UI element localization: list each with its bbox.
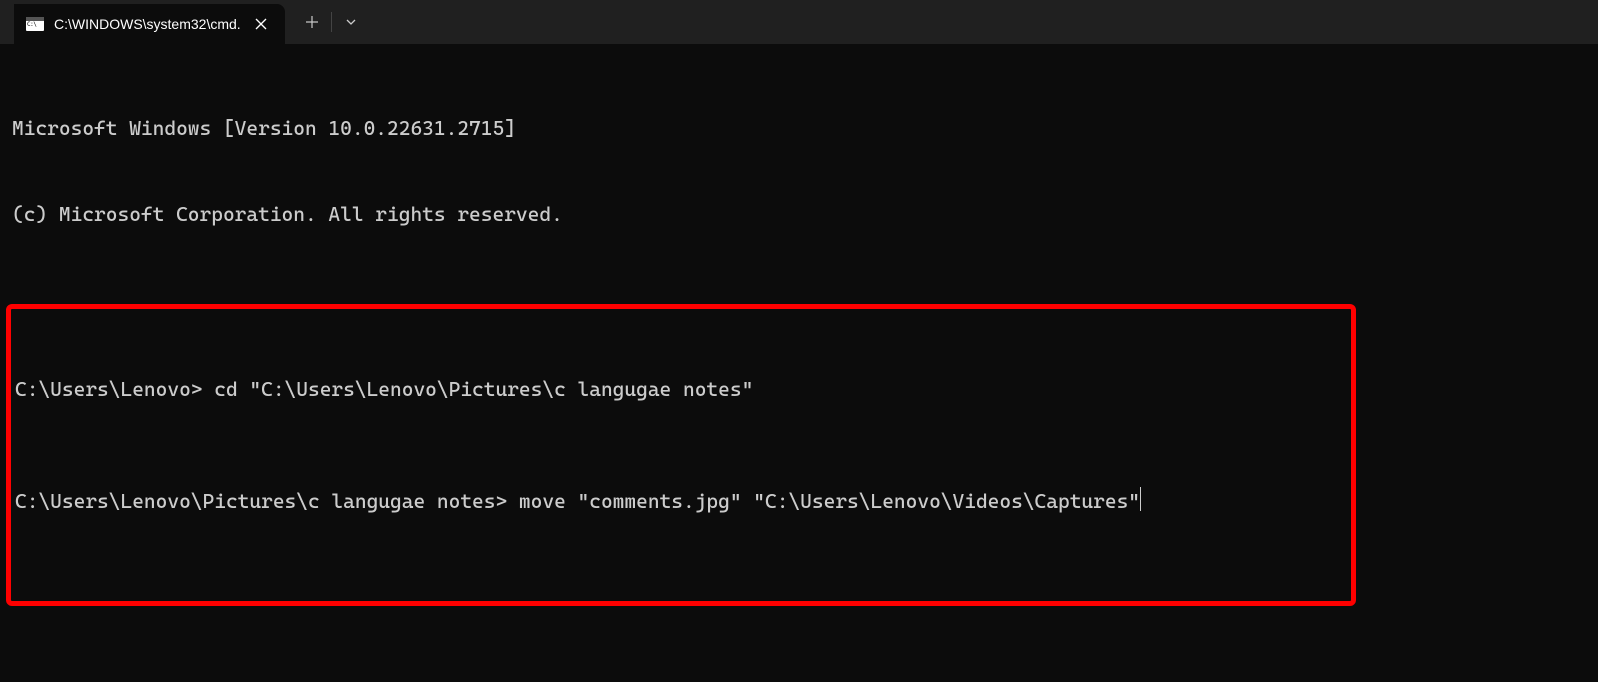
tab-title: C:\WINDOWS\system32\cmd.	[54, 16, 241, 32]
text-cursor	[1140, 487, 1141, 511]
prompt-1: C:\Users\Lenovo>	[15, 375, 214, 403]
prompt-2: C:\Users\Lenovo\Pictures\c langugae note…	[15, 487, 519, 515]
titlebar: C:\WINDOWS\system32\cmd.	[0, 0, 1598, 44]
close-icon	[255, 18, 267, 30]
tab-dropdown-button[interactable]	[332, 0, 370, 44]
plus-icon	[305, 15, 319, 29]
cmd-icon	[26, 17, 44, 31]
highlight-annotation: C:\Users\Lenovo> cd "C:\Users\Lenovo\Pic…	[6, 304, 1356, 606]
new-tab-button[interactable]	[293, 0, 331, 44]
terminal-output[interactable]: Microsoft Windows [Version 10.0.22631.27…	[0, 44, 1598, 648]
active-tab[interactable]: C:\WINDOWS\system32\cmd.	[14, 4, 285, 44]
chevron-down-icon	[345, 16, 357, 28]
close-tab-button[interactable]	[251, 14, 271, 34]
command-2: move "comments.jpg" "C:\Users\Lenovo\Vid…	[519, 487, 1140, 515]
command-line-2: C:\Users\Lenovo\Pictures\c langugae note…	[15, 487, 1347, 515]
copyright-line: (c) Microsoft Corporation. All rights re…	[12, 200, 1586, 228]
tab-actions	[293, 0, 370, 44]
command-1: cd "C:\Users\Lenovo\Pictures\c langugae …	[214, 375, 753, 403]
version-line: Microsoft Windows [Version 10.0.22631.27…	[12, 114, 1586, 142]
command-line-1: C:\Users\Lenovo> cd "C:\Users\Lenovo\Pic…	[15, 375, 1347, 403]
